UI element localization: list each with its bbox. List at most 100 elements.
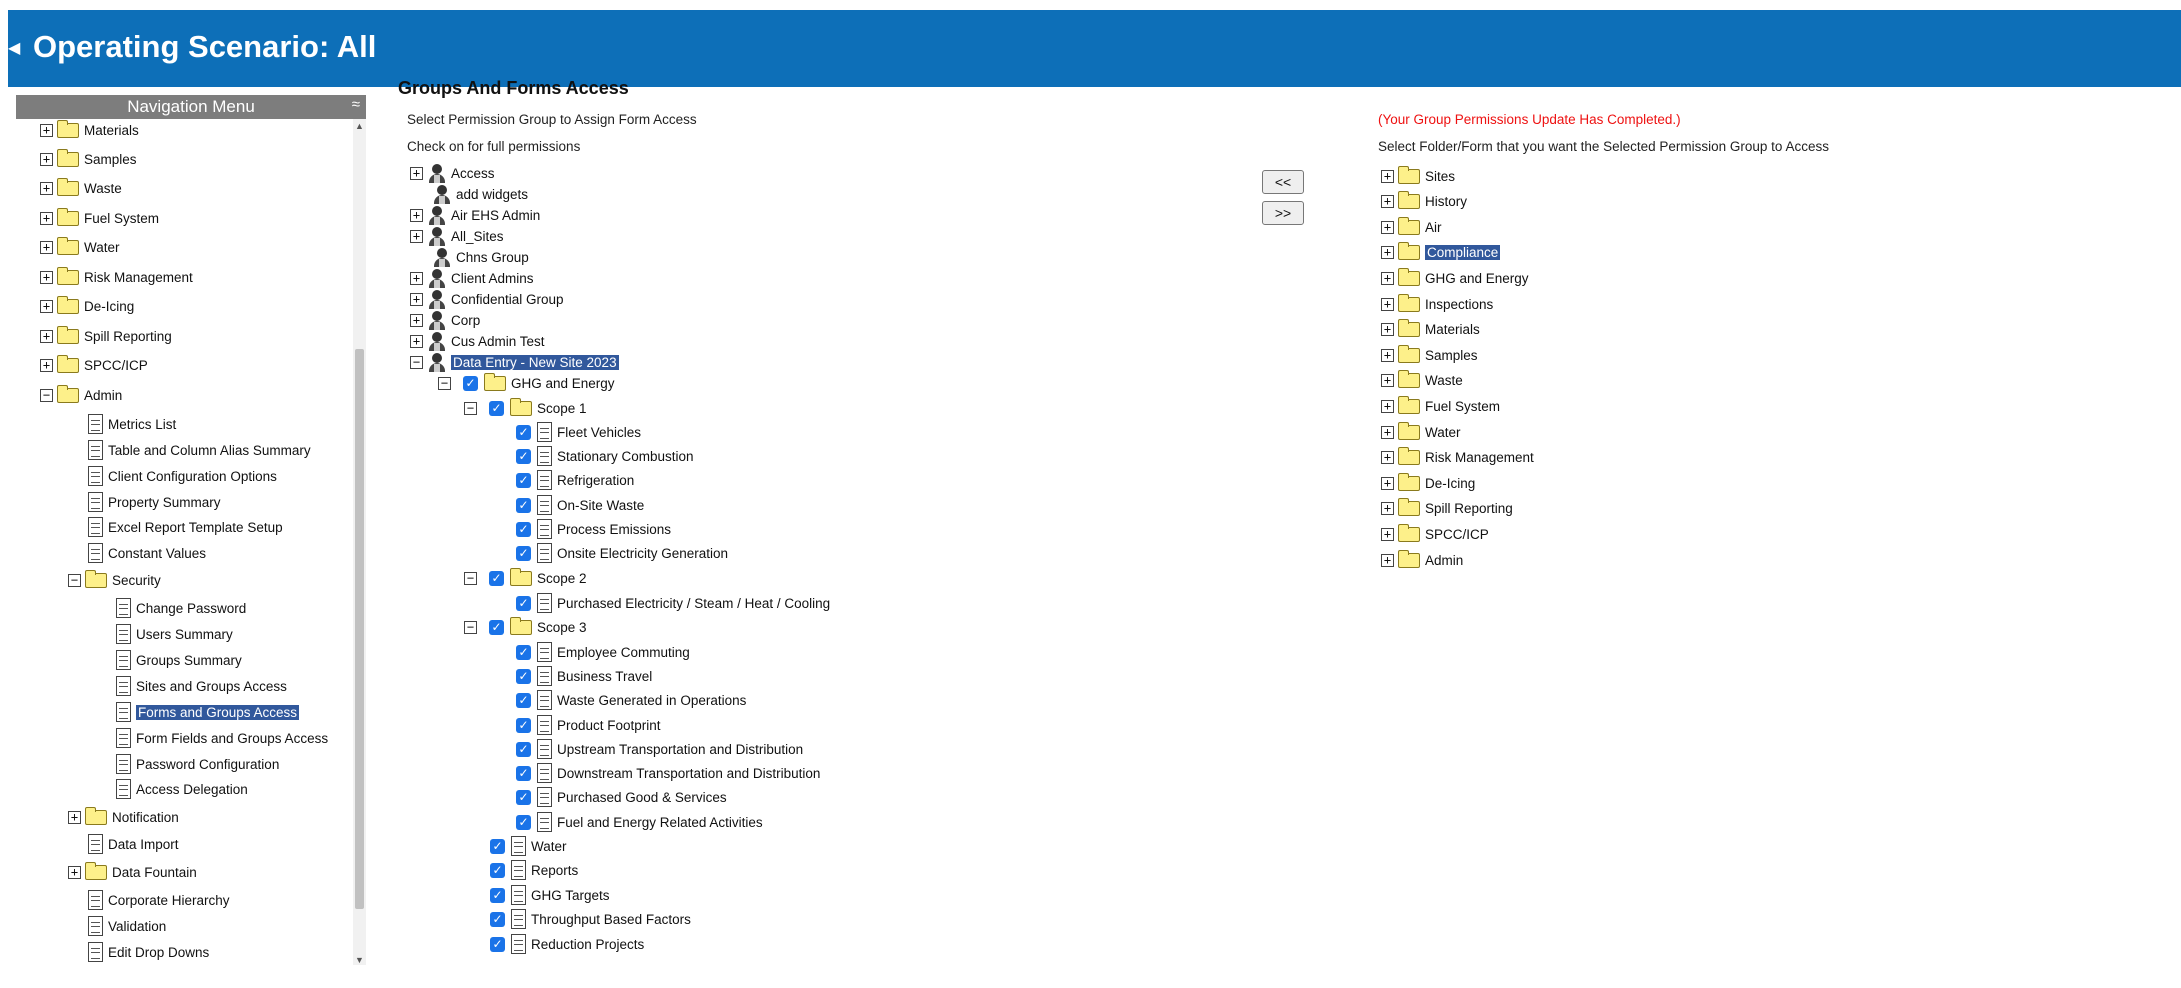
group-item-ghg-and-energy[interactable]: − ✓ GHG and Energy <box>438 372 615 394</box>
nav-item-change-password[interactable]: Change Password <box>116 595 246 621</box>
permission-checkbox[interactable]: ✓ <box>516 424 531 440</box>
permission-checkbox[interactable]: ✓ <box>516 545 531 561</box>
group-item-corp[interactable]: + Corp <box>410 309 480 331</box>
group-item-scope-3[interactable]: − ✓ Scope 3 <box>464 616 587 638</box>
expand-icon[interactable]: + <box>1381 195 1394 209</box>
expand-icon[interactable]: + <box>1381 502 1394 516</box>
permission-checkbox[interactable]: ✓ <box>489 570 504 586</box>
form-folder-water[interactable]: + Water <box>1381 421 1461 443</box>
collapse-arrow-icon[interactable]: ◀ <box>8 38 20 58</box>
nav-item-fuel-system[interactable]: + Fuel System <box>40 205 159 231</box>
group-item-waste-generated-in-operations[interactable]: ✓ Waste Generated in Operations <box>516 689 746 711</box>
expand-icon[interactable]: + <box>40 152 53 166</box>
form-folder-materials[interactable]: + Materials <box>1381 319 1480 341</box>
collapse-icon[interactable]: − <box>68 573 81 587</box>
form-folder-history[interactable]: + History <box>1381 191 1467 213</box>
nav-item-de-icing[interactable]: + De-Icing <box>40 293 134 319</box>
permission-checkbox[interactable]: ✓ <box>489 619 504 635</box>
permission-checkbox[interactable]: ✓ <box>516 765 531 781</box>
permission-checkbox[interactable]: ✓ <box>490 838 505 854</box>
form-folder-spcc-icp[interactable]: + SPCC/ICP <box>1381 523 1489 545</box>
scroll-up-icon[interactable]: ▲ <box>355 121 364 131</box>
nav-item-admin[interactable]: − Admin <box>40 382 122 408</box>
expand-icon[interactable]: + <box>1381 271 1394 285</box>
permission-checkbox[interactable]: ✓ <box>489 400 504 416</box>
group-item-chns-group[interactable]: Chns Group <box>432 246 529 268</box>
scrollbar-thumb[interactable] <box>355 349 364 909</box>
add-access-button[interactable]: >> <box>1262 201 1304 225</box>
collapse-up-icon[interactable]: ≈ <box>352 93 360 117</box>
expand-icon[interactable]: + <box>1381 476 1394 490</box>
group-item-cus-admin-test[interactable]: + Cus Admin Test <box>410 330 545 352</box>
group-item-employee-commuting[interactable]: ✓ Employee Commuting <box>516 641 690 663</box>
group-item-throughput-based-factors[interactable]: ✓ Throughput Based Factors <box>490 908 691 930</box>
nav-item-risk-management[interactable]: + Risk Management <box>40 264 193 290</box>
expand-icon[interactable]: + <box>1381 374 1394 388</box>
group-item-data-entry-new-site-2023[interactable]: − Data Entry - New Site 2023 <box>410 351 619 373</box>
nav-item-form-fields-and-groups-access[interactable]: Form Fields and Groups Access <box>116 725 328 751</box>
nav-item-table-and-column-alias-summary[interactable]: Table and Column Alias Summary <box>88 437 311 463</box>
group-item-ghg-targets[interactable]: ✓ GHG Targets <box>490 884 610 906</box>
nav-item-data-import[interactable]: Data Import <box>88 831 179 857</box>
expand-icon[interactable]: + <box>1381 425 1394 439</box>
form-folder-de-icing[interactable]: + De-Icing <box>1381 472 1475 494</box>
group-item-upstream-transportation-and-distribution[interactable]: ✓ Upstream Transportation and Distributio… <box>516 738 803 760</box>
nav-item-sites-and-groups-access[interactable]: Sites and Groups Access <box>116 673 287 699</box>
collapse-icon[interactable]: − <box>438 376 451 390</box>
expand-icon[interactable]: + <box>1381 553 1394 567</box>
group-item-onsite-electricity-generation[interactable]: ✓ Onsite Electricity Generation <box>516 542 728 564</box>
permission-checkbox[interactable]: ✓ <box>516 692 531 708</box>
permission-checkbox[interactable]: ✓ <box>490 887 505 903</box>
group-item-downstream-transportation-and-distribution[interactable]: ✓ Downstream Transportation and Distribut… <box>516 762 820 784</box>
expand-icon[interactable]: + <box>68 810 81 824</box>
permission-checkbox[interactable]: ✓ <box>516 497 531 513</box>
form-folder-fuel-system[interactable]: + Fuel System <box>1381 395 1500 417</box>
nav-item-waste[interactable]: + Waste <box>40 175 122 201</box>
permission-checkbox[interactable]: ✓ <box>516 814 531 830</box>
nav-scrollbar[interactable]: ▲ ▼ <box>353 119 366 965</box>
group-item-reports[interactable]: ✓ Reports <box>490 859 578 881</box>
group-item-scope-2[interactable]: − ✓ Scope 2 <box>464 567 587 589</box>
form-folder-air[interactable]: + Air <box>1381 216 1442 238</box>
nav-item-constant-values[interactable]: Constant Values <box>88 540 206 566</box>
group-item-fuel-and-energy-related-activities[interactable]: ✓ Fuel and Energy Related Activities <box>516 811 763 833</box>
group-item-process-emissions[interactable]: ✓ Process Emissions <box>516 518 671 540</box>
expand-icon[interactable]: + <box>40 240 53 254</box>
expand-icon[interactable]: + <box>410 334 423 348</box>
form-folder-sites[interactable]: + Sites <box>1381 165 1455 187</box>
expand-icon[interactable]: + <box>40 358 53 372</box>
expand-icon[interactable]: + <box>40 211 53 225</box>
expand-icon[interactable]: + <box>1381 348 1394 362</box>
group-item-water[interactable]: ✓ Water <box>490 835 567 857</box>
permission-checkbox[interactable]: ✓ <box>516 521 531 537</box>
collapse-icon[interactable]: − <box>464 571 477 585</box>
expand-icon[interactable]: + <box>1381 451 1394 465</box>
nav-item-groups-summary[interactable]: Groups Summary <box>116 647 242 673</box>
nav-item-access-delegation[interactable]: Access Delegation <box>116 776 248 802</box>
expand-icon[interactable]: + <box>40 299 53 313</box>
group-item-add-widgets[interactable]: add widgets <box>432 183 528 205</box>
form-folder-samples[interactable]: + Samples <box>1381 344 1478 366</box>
nav-item-validation[interactable]: Validation <box>88 913 166 939</box>
nav-item-spcc-icp[interactable]: + SPCC/ICP <box>40 352 148 378</box>
expand-icon[interactable]: + <box>410 166 423 180</box>
group-item-scope-1[interactable]: − ✓ Scope 1 <box>464 397 587 419</box>
permission-checkbox[interactable]: ✓ <box>463 375 478 391</box>
nav-item-users-summary[interactable]: Users Summary <box>116 621 233 647</box>
nav-item-samples[interactable]: + Samples <box>40 146 137 172</box>
collapse-icon[interactable]: − <box>464 620 477 634</box>
nav-item-client-configuration-options[interactable]: Client Configuration Options <box>88 463 277 489</box>
group-item-purchased-good-services[interactable]: ✓ Purchased Good & Services <box>516 786 727 808</box>
expand-icon[interactable]: + <box>68 865 81 879</box>
expand-icon[interactable]: + <box>1381 246 1394 260</box>
collapse-icon[interactable]: − <box>410 355 423 369</box>
group-item-reduction-projects[interactable]: ✓ Reduction Projects <box>490 933 644 955</box>
group-item-confidential-group[interactable]: + Confidential Group <box>410 288 564 310</box>
group-item-refrigeration[interactable]: ✓ Refrigeration <box>516 469 634 491</box>
permission-checkbox[interactable]: ✓ <box>516 448 531 464</box>
expand-icon[interactable]: + <box>40 123 53 137</box>
form-folder-compliance[interactable]: + Compliance <box>1381 242 1501 264</box>
group-item-on-site-waste[interactable]: ✓ On-Site Waste <box>516 494 644 516</box>
expand-icon[interactable]: + <box>410 271 423 285</box>
form-folder-risk-management[interactable]: + Risk Management <box>1381 447 1534 469</box>
